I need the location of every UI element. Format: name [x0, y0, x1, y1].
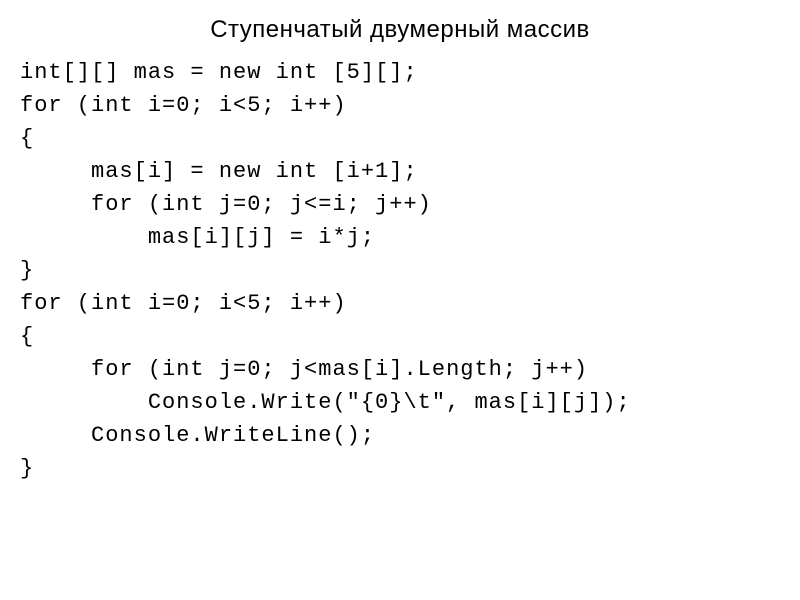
code-line: Console.Write("{0}\t", mas[i][j]);: [20, 386, 780, 419]
code-line: {: [20, 122, 780, 155]
code-line: }: [20, 452, 780, 485]
code-line: for (int i=0; i<5; i++): [20, 287, 780, 320]
slide-title: Ступенчатый двумерный массив: [20, 12, 780, 48]
code-line: Console.WriteLine();: [20, 419, 780, 452]
code-line: for (int i=0; i<5; i++): [20, 89, 780, 122]
code-line: {: [20, 320, 780, 353]
code-line: int[][] mas = new int [5][];: [20, 56, 780, 89]
code-line: }: [20, 254, 780, 287]
code-line: mas[i] = new int [i+1];: [20, 155, 780, 188]
code-line: for (int j=0; j<mas[i].Length; j++): [20, 353, 780, 386]
code-line: for (int j=0; j<=i; j++): [20, 188, 780, 221]
code-line: mas[i][j] = i*j;: [20, 221, 780, 254]
